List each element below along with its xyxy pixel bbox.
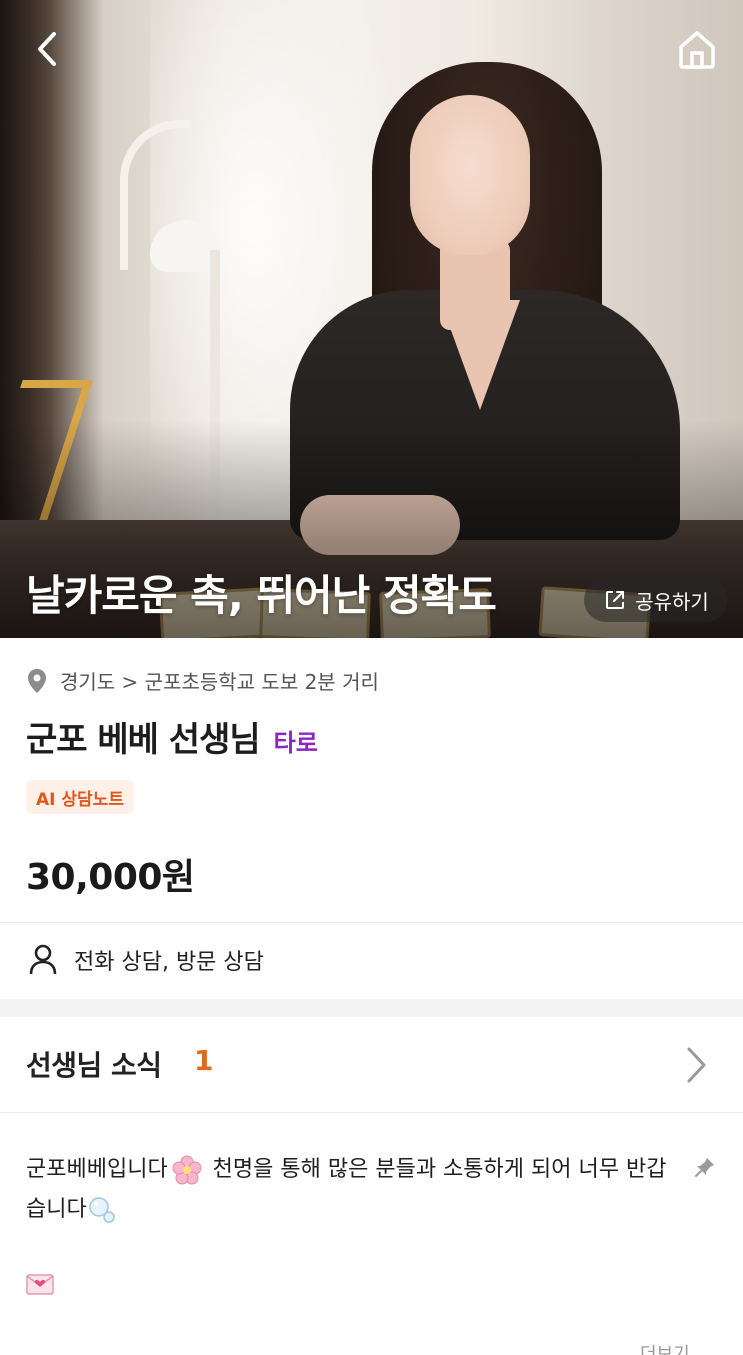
category-label: 타로: [273, 729, 318, 757]
news-count: 1: [194, 1044, 214, 1077]
teacher-header: 군포 베베 선생님 타로: [26, 712, 318, 761]
hero-image: [0, 0, 743, 638]
share-label: 공유하기: [635, 589, 709, 614]
location: 경기도 > 군포초등학교 도보 2분 거리: [26, 666, 379, 695]
back-button[interactable]: [28, 26, 68, 72]
price: 30,000원: [26, 857, 195, 898]
divider: [0, 1112, 743, 1113]
location-text: 경기도 > 군포초등학교 도보 2분 거리: [60, 670, 379, 694]
bubbles-icon: [88, 1197, 115, 1223]
location-pin-icon: [28, 668, 46, 693]
share-icon: [606, 591, 625, 609]
consult-types-text: 전화 상담, 방문 상담: [74, 950, 264, 975]
ai-note-badge: AI 상담노트: [26, 780, 134, 814]
person-icon: [29, 944, 57, 975]
love-letter-icon: [26, 1274, 54, 1295]
chevron-right-icon[interactable]: [684, 1046, 708, 1084]
share-button[interactable]: 공유하기: [584, 578, 728, 622]
home-icon: [679, 31, 715, 69]
back-arrow-icon: [38, 32, 56, 66]
news-post-text[interactable]: 군포베베입니다 천명을 통해 많은 분들과 소통하게 되어 너무 반갑습니다: [26, 1150, 686, 1230]
more-link[interactable]: 더보기: [640, 1340, 690, 1355]
section-separator: [0, 999, 743, 1017]
teacher-name: 군포 베베 선생님: [26, 720, 261, 760]
divider: [0, 922, 743, 923]
home-button[interactable]: [674, 26, 720, 72]
pin-icon: [695, 1158, 714, 1177]
cherry-blossom-icon: [172, 1155, 202, 1185]
news-title: 선생님 소식: [26, 1049, 162, 1082]
consult-types: 전화 상담, 방문 상담: [28, 944, 264, 976]
person-face: [410, 95, 530, 255]
hero-title: 날카로운 촉, 뛰어난 정확도: [26, 571, 497, 620]
